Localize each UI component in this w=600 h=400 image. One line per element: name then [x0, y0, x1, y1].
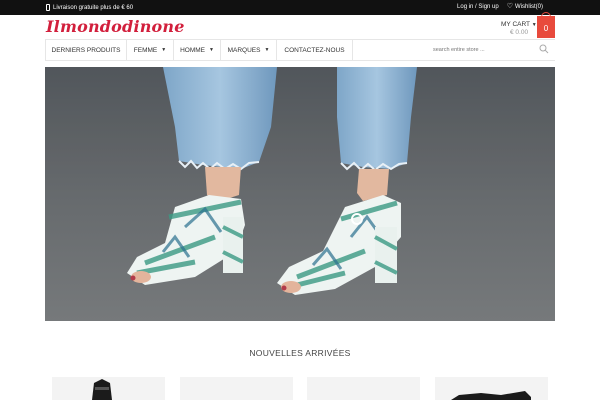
product-card[interactable] [180, 377, 293, 400]
cart-label: MY CART [501, 21, 530, 28]
nav-item-label: MARQUES [227, 46, 261, 54]
cart-button[interactable]: 0 [537, 12, 555, 38]
nav-item-femme[interactable]: FEMME ▼ [127, 40, 174, 60]
product-card[interactable] [435, 377, 548, 400]
product-card[interactable] [307, 377, 420, 400]
product-image [92, 379, 112, 400]
cart-summary[interactable]: MY CART ▼ € 0.00 [501, 21, 537, 37]
heart-icon: ♡ [506, 3, 513, 10]
nav-item-label: DERNIERS PRODUITS [51, 46, 121, 54]
product-card[interactable] [52, 377, 165, 400]
wishlist-label: Wishlist(0) [515, 4, 543, 10]
account-links: Log in / Sign up ♡ Wishlist(0) [457, 3, 543, 10]
search-input[interactable] [433, 42, 533, 57]
site-logo[interactable]: Ilmondodinone [46, 17, 185, 36]
nav-item-marques[interactable]: MARQUES ▼ [221, 40, 277, 60]
wishlist-link[interactable]: ♡ Wishlist(0) [506, 3, 543, 10]
nav-item-contactez-nous[interactable]: CONTACTEZ-NOUS [277, 40, 353, 60]
product-image [180, 377, 293, 400]
hero-banner-image[interactable] [45, 67, 555, 321]
caret-down-icon: ▼ [208, 47, 214, 53]
top-bar: Livraison gratuite plus de € 60 Log in /… [0, 0, 600, 15]
hero-photo [45, 67, 555, 321]
shipping-info: Livraison gratuite plus de € 60 [46, 4, 133, 11]
caret-down-icon: ▼ [264, 47, 270, 53]
login-signup-link[interactable]: Log in / Sign up [457, 4, 499, 10]
nav-item-derniers-produits[interactable]: DERNIERS PRODUITS [45, 40, 127, 60]
nav-item-label: FEMME [133, 46, 158, 54]
product-image [307, 377, 420, 400]
caret-down-icon: ▼ [161, 47, 167, 53]
shipping-text: Livraison gratuite plus de € 60 [53, 4, 134, 11]
search-icon[interactable] [539, 44, 549, 54]
nav-item-label: HOMME [180, 46, 205, 54]
section-title: NOUVELLES ARRIVÉES [249, 348, 351, 358]
cart-count: 0 [543, 24, 549, 33]
phone-icon [46, 4, 50, 11]
nav-item-homme[interactable]: HOMME ▼ [174, 40, 221, 60]
nav-item-label: CONTACTEZ-NOUS [284, 46, 345, 54]
search-box [433, 41, 551, 58]
product-image [451, 391, 531, 400]
chevron-down-icon: ▼ [531, 22, 537, 28]
site-header: Ilmondodinone MY CART ▼ € 0.00 [0, 15, 600, 39]
cart-total: € 0.00 [510, 29, 529, 36]
